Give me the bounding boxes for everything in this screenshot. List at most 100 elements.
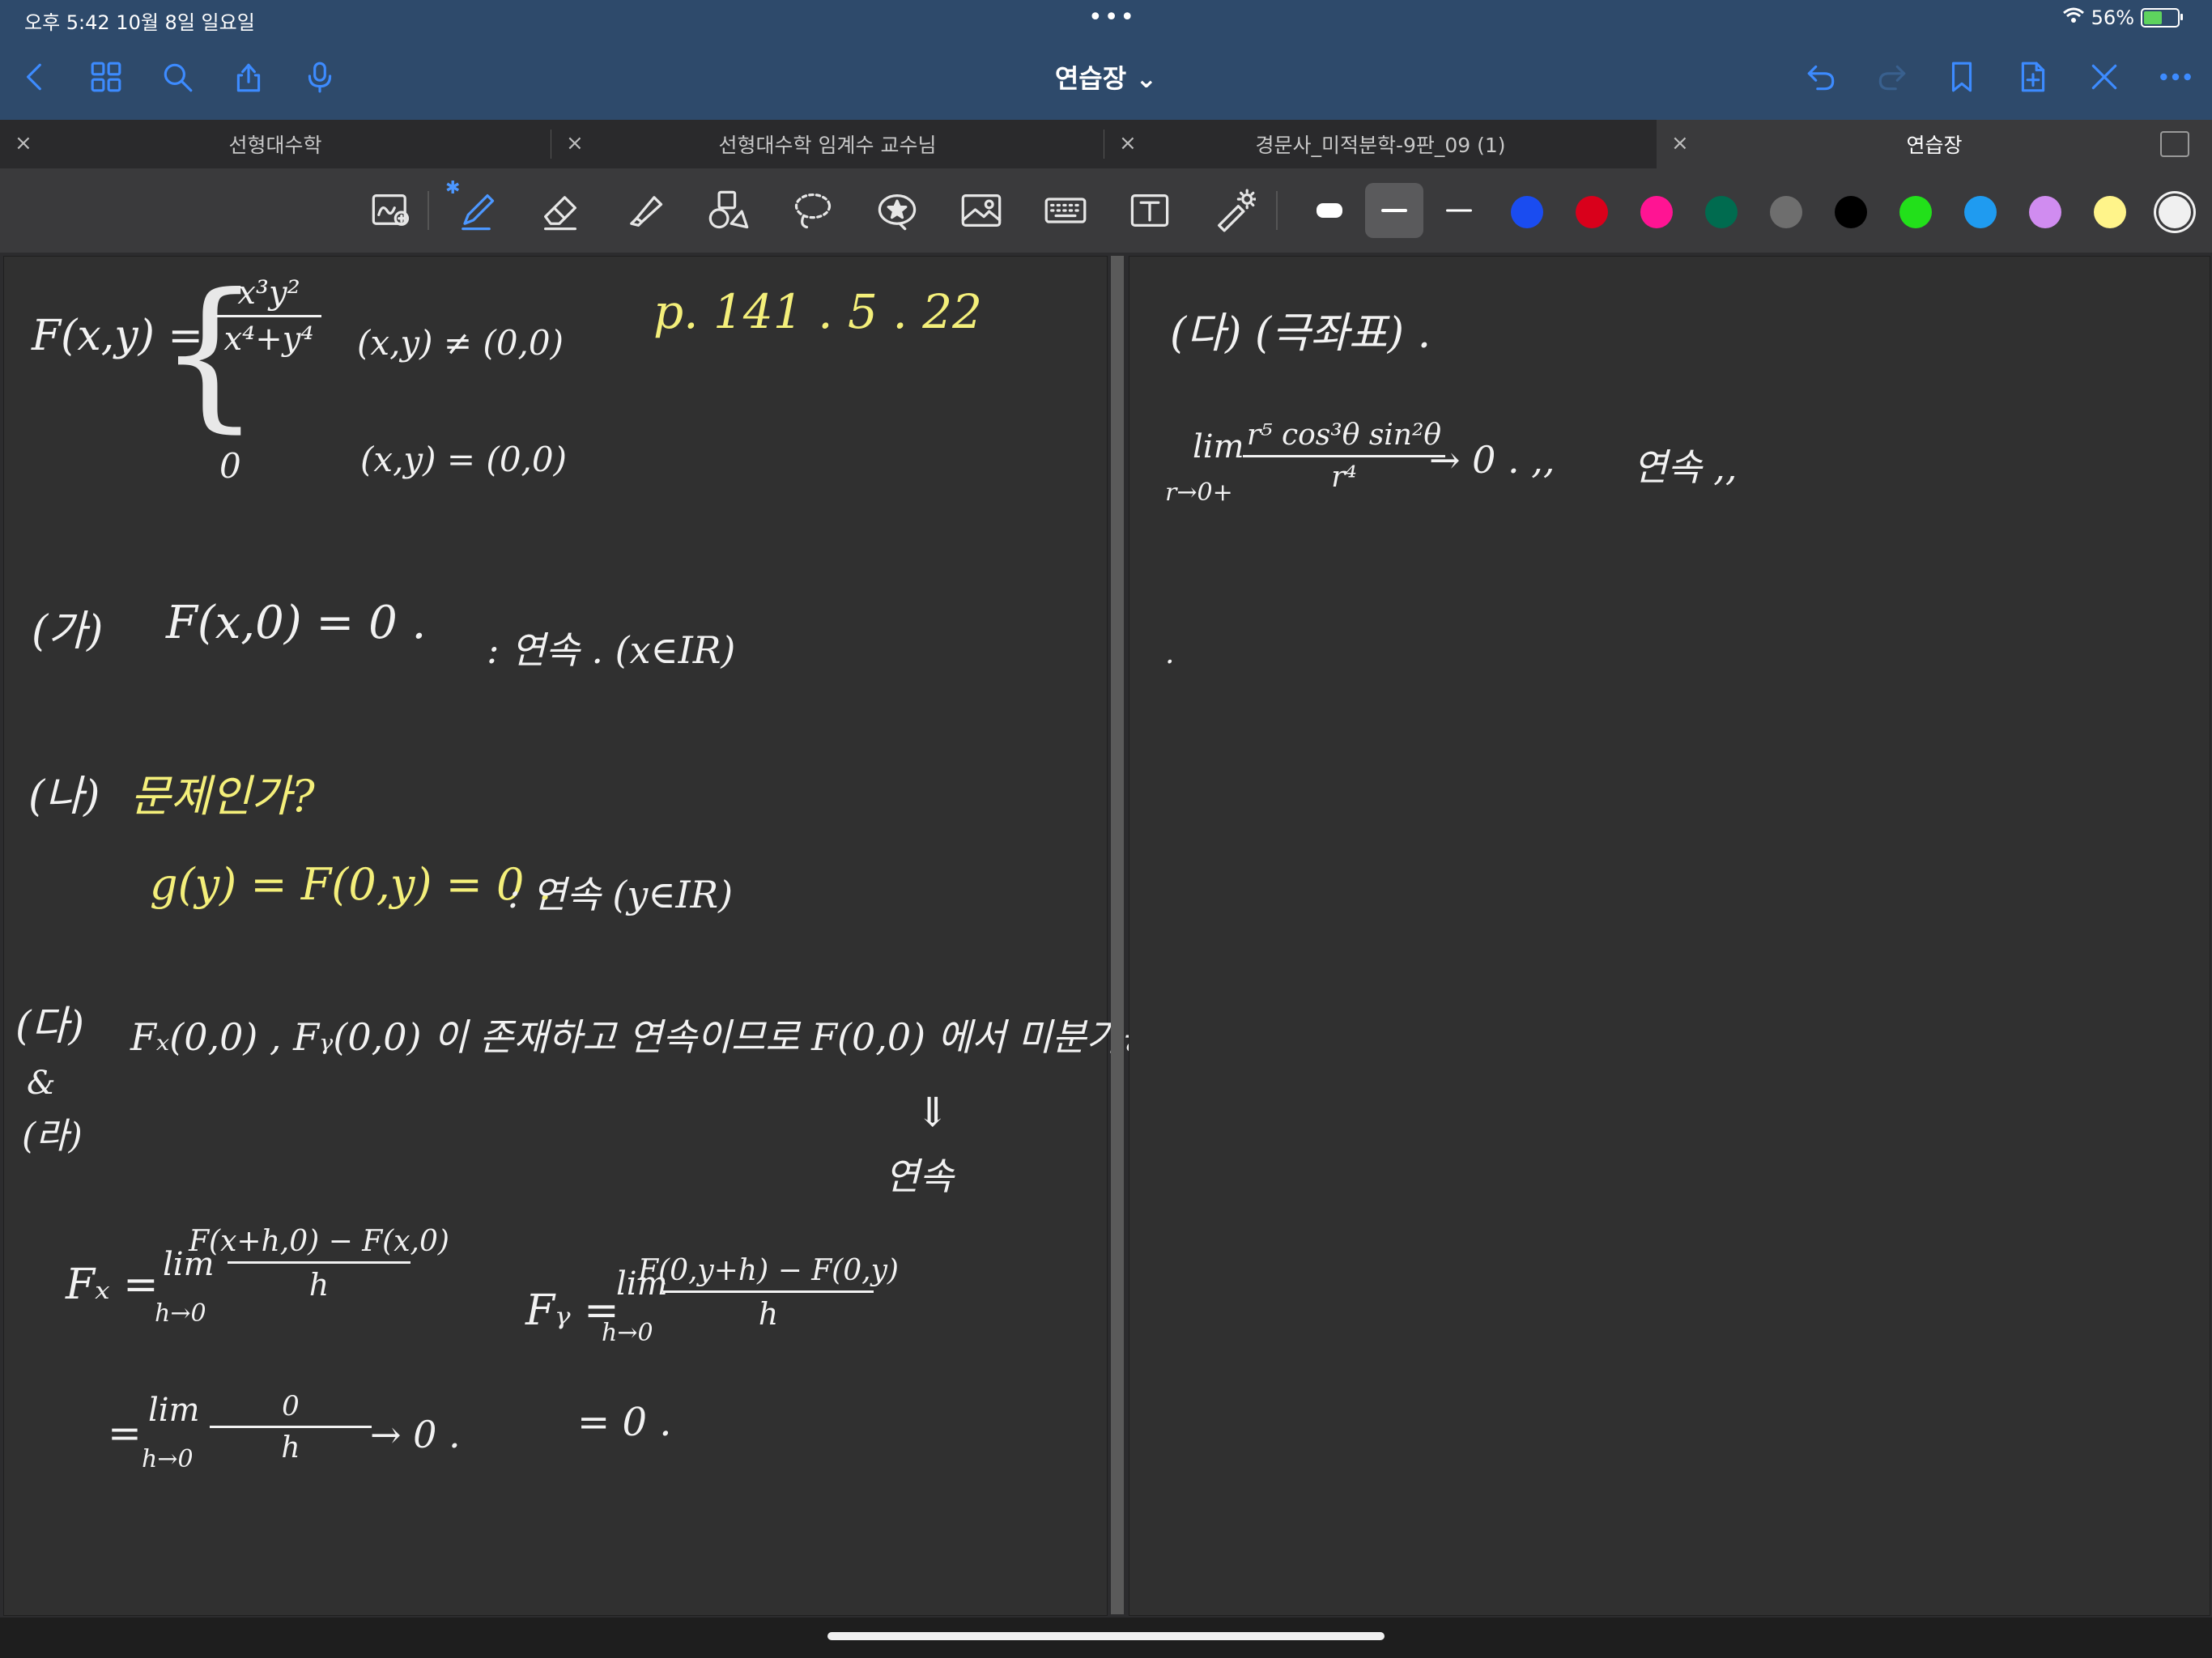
highlighter-tool[interactable]: [619, 185, 670, 236]
zoom-window-tool[interactable]: [366, 185, 418, 236]
toolbar-separator: [428, 191, 429, 230]
document-title-dropdown[interactable]: 연습장 ⌄: [944, 58, 1268, 96]
tab-close-icon[interactable]: ×: [1119, 131, 1137, 155]
tab-close-icon[interactable]: ×: [15, 131, 32, 155]
tab-close-icon[interactable]: ×: [1671, 131, 1689, 155]
page-reference: p. 141 . 5 . 22: [653, 284, 983, 339]
microphone-button[interactable]: [300, 57, 340, 97]
undo-icon: [1807, 65, 1835, 91]
shapes-tool[interactable]: [703, 185, 755, 236]
add-page-icon: [2021, 62, 2045, 92]
label-ra: (라): [22, 1116, 83, 1157]
battery-percent: 56%: [2091, 6, 2134, 29]
stroke-preview: [1381, 209, 1407, 212]
multitasking-dots[interactable]: •••: [1088, 3, 1136, 32]
drawing-toolbar: ✱: [0, 168, 2212, 254]
more-options-button[interactable]: [2155, 57, 2196, 97]
page-right[interactable]: (다) (극좌표) . lim r→0+ r⁵ cos³θ sin²θ r⁴ →…: [1129, 256, 2210, 1616]
color-swatch-4[interactable]: [1770, 196, 1802, 228]
tab-2[interactable]: × 경문사_미적분학-9판_09 (1): [1104, 120, 1657, 168]
ga-continuous: : 연속 . (x∈IR): [487, 628, 736, 672]
home-indicator-area: [0, 1618, 2212, 1658]
page-divider-scrollbar[interactable]: [1111, 256, 1124, 1614]
stroke-width-thin[interactable]: [1430, 183, 1488, 238]
tab-0[interactable]: × 선형대수학: [0, 120, 551, 168]
fy-denominator: h: [758, 1296, 779, 1332]
color-swatch-6[interactable]: [1899, 196, 1932, 228]
laser-pointer-icon: [1218, 189, 1256, 232]
fx-result-denominator: h: [281, 1431, 300, 1465]
tab-3-active[interactable]: × 연습장: [1657, 120, 2212, 168]
stroke-preview: [1317, 203, 1342, 218]
top-navigation-bar: 오후 5:42 10월 8일 일요일 ••• 56% 연습장 ⌄: [0, 0, 2212, 120]
elements-tool[interactable]: [871, 185, 923, 236]
home-indicator[interactable]: [827, 1632, 1385, 1640]
battery-icon: [2141, 8, 2183, 28]
thumbnails-button[interactable]: [86, 57, 126, 97]
undo-button[interactable]: [1801, 57, 1841, 97]
fx-denominator: h: [308, 1267, 330, 1303]
polar-fraction: r⁵ cos³θ sin²θ r⁴: [1243, 419, 1445, 494]
status-time-date: 오후 5:42 10월 8일 일요일: [24, 11, 255, 34]
da-polar-title: (다) (극좌표) .: [1170, 309, 1431, 358]
color-swatch-8[interactable]: [2029, 196, 2061, 228]
ellipsis-icon: [2160, 73, 2191, 81]
search-icon: [164, 63, 193, 92]
color-swatch-5[interactable]: [1835, 196, 1867, 228]
polar-lim: lim: [1193, 428, 1244, 466]
page-left[interactable]: F(x,y) = { x³y² x⁴+y⁴ (x,y) ≠ (0,0) 0 (x…: [3, 256, 1155, 1616]
da-statement: Fₓ(0,0) , Fᵧ(0,0) 이 존재하고 연속이므로 F(0,0) 에서…: [130, 1015, 1155, 1059]
na-question: 문제인가?: [130, 771, 315, 822]
tab-label: 연습장: [1906, 134, 1963, 157]
fy-h-to-zero: h→0: [602, 1319, 653, 1347]
pen-tool[interactable]: ✱: [445, 178, 502, 236]
fx-result-lim: lim: [148, 1392, 200, 1429]
lasso-icon: [794, 193, 832, 229]
grid-icon: [91, 62, 121, 92]
split-view-icon[interactable]: [2160, 131, 2189, 157]
fraction-line: [228, 1261, 410, 1264]
tools-button[interactable]: [2084, 57, 2125, 97]
toolbar-separator: [1276, 191, 1278, 230]
stroke-width-medium[interactable]: [1365, 183, 1423, 238]
back-button[interactable]: [15, 57, 55, 97]
image-tool[interactable]: [955, 185, 1007, 236]
na-equation: g(y) = F(0,y) = 0 .: [150, 859, 552, 910]
eraser-tool[interactable]: [534, 185, 586, 236]
color-swatch-1[interactable]: [1576, 196, 1608, 228]
fx-lhs: Fₓ =: [66, 1261, 159, 1309]
add-page-button[interactable]: [2013, 57, 2053, 97]
bookmark-button[interactable]: [1942, 57, 1982, 97]
stroke-width-thick[interactable]: [1300, 183, 1359, 238]
color-swatch-7[interactable]: [1964, 196, 1997, 228]
color-swatch-0[interactable]: [1511, 196, 1543, 228]
lasso-tool[interactable]: [787, 185, 839, 236]
color-swatch-3[interactable]: [1705, 196, 1738, 228]
fx-result-fraction: 0 h: [210, 1390, 372, 1465]
search-button[interactable]: [157, 57, 198, 97]
tab-close-icon[interactable]: ×: [566, 131, 584, 155]
tab-1[interactable]: × 선형대수학 임계수 교수님: [551, 120, 1104, 168]
notebook-canvas[interactable]: F(x,y) = { x³y² x⁴+y⁴ (x,y) ≠ (0,0) 0 (x…: [0, 253, 2212, 1618]
text-tool[interactable]: [1124, 185, 1176, 236]
stray-dot: .: [1165, 637, 1175, 670]
fy-result: = 0 .: [577, 1400, 672, 1445]
color-swatch-10[interactable]: [2159, 196, 2191, 228]
polar-denominator: r⁴: [1331, 461, 1357, 494]
keyboard-tool[interactable]: [1040, 185, 1091, 236]
fraction-line: [216, 315, 321, 317]
eraser-icon: [544, 196, 576, 231]
na-continuous: : 연속 (y∈IR): [508, 873, 734, 916]
fdef-fraction: x³y² x⁴+y⁴: [216, 274, 321, 358]
pen-icon: [462, 194, 495, 231]
fraction-line: [663, 1290, 874, 1293]
tab-label: 선형대수학 임계수 교수님: [718, 134, 937, 157]
document-tab-bar: × 선형대수학 × 선형대수학 임계수 교수님 × 경문사_미적분학-9판_09…: [0, 120, 2212, 168]
color-swatch-2[interactable]: [1640, 196, 1673, 228]
redo-button[interactable]: [1872, 57, 1912, 97]
polar-result: → 0 . ,,: [1429, 438, 1555, 482]
color-swatch-9[interactable]: [2094, 196, 2126, 228]
share-button[interactable]: [228, 57, 269, 97]
fx-result: → 0 .: [370, 1413, 461, 1456]
laser-pointer-tool[interactable]: [1208, 185, 1260, 236]
